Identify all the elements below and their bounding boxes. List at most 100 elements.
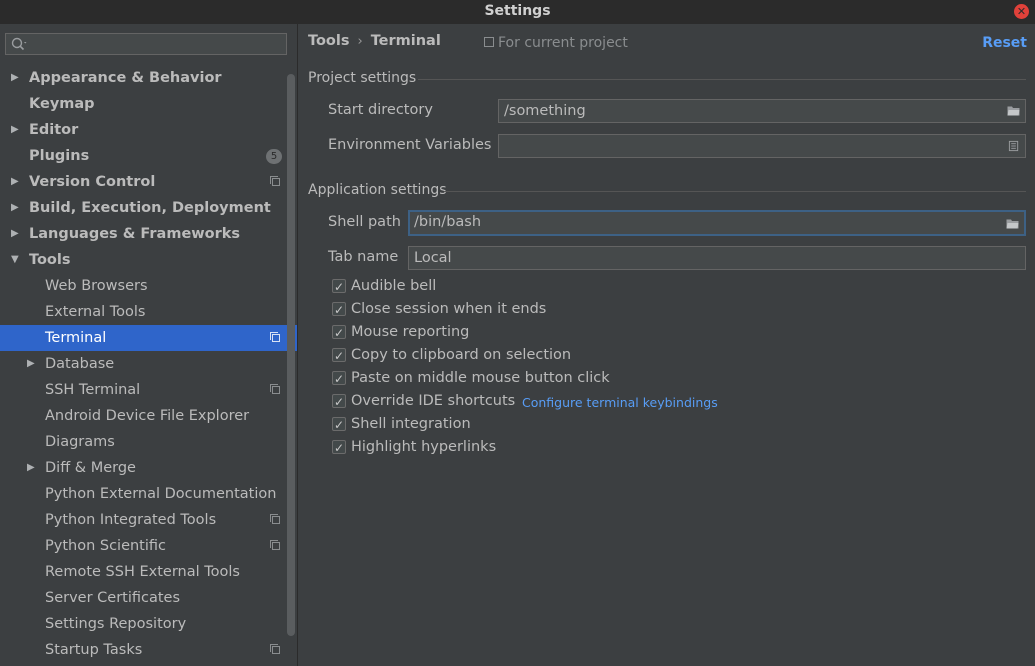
sidebar-item-ssh-terminal[interactable]: SSH Terminal — [0, 377, 297, 403]
title-bar: Settings ✕ — [0, 0, 1035, 24]
sidebar-item-tools[interactable]: ▼ Tools — [0, 247, 297, 273]
checkbox-label: Paste on middle mouse button click — [351, 370, 610, 386]
breadcrumb-terminal: Terminal — [370, 33, 441, 49]
shell-path-label: Shell path — [328, 214, 401, 230]
checkbox-label: Copy to clipboard on selection — [351, 347, 572, 363]
expand-down-icon[interactable]: ▼ — [11, 247, 21, 273]
project-scope-icon — [484, 37, 494, 47]
close-icon[interactable]: ✕ — [1014, 4, 1029, 19]
checkbox-label: Override IDE shortcuts — [351, 393, 516, 409]
sidebar-item-database[interactable]: ▶ Database — [0, 351, 297, 377]
folder-icon[interactable] — [1006, 218, 1019, 229]
sidebar-item-label: Tools — [29, 252, 71, 268]
sidebar-item-label: Build, Execution, Deployment — [29, 200, 271, 216]
sidebar-item-version-control[interactable]: ▶ Version Control — [0, 169, 297, 195]
sidebar-item-python-integrated-tools[interactable]: Python Integrated Tools — [0, 507, 297, 533]
sidebar-item-label: Terminal — [45, 330, 107, 346]
sidebar-item-plugins[interactable]: Plugins 5 — [0, 143, 297, 169]
sidebar-item-python-external-documentation[interactable]: Python External Documentation — [0, 481, 297, 507]
scope-indicator: For current project — [484, 35, 628, 51]
checkbox-label: Shell integration — [351, 416, 471, 432]
sidebar-scrollbar[interactable] — [287, 74, 295, 636]
sidebar-item-android-device-file-explorer[interactable]: Android Device File Explorer — [0, 403, 297, 429]
breadcrumb-tools[interactable]: Tools — [308, 33, 350, 49]
sidebar-item-label: Server Certificates — [45, 590, 181, 606]
sidebar-item-label: Editor — [29, 122, 79, 138]
expand-right-icon[interactable]: ▶ — [27, 455, 37, 481]
sidebar-item-remote-ssh-external-tools[interactable]: Remote SSH External Tools — [0, 559, 297, 585]
project-scope-icon — [270, 540, 280, 550]
sidebar-item-label: Version Control — [29, 174, 156, 190]
checkbox-check-icon[interactable] — [332, 391, 346, 413]
sidebar-item-diff-merge[interactable]: ▶ Diff & Merge — [0, 455, 297, 481]
breadcrumb-separator: › — [357, 34, 363, 49]
sidebar-item-keymap[interactable]: Keymap — [0, 91, 297, 117]
settings-content: Tools › Terminal For current project Reset… — [298, 24, 1035, 666]
start-directory-value: /something — [504, 103, 586, 119]
checkbox-label: Audible bell — [351, 278, 437, 294]
configure-keybindings-link[interactable]: Configure terminal keybindings — [522, 395, 718, 410]
section-divider — [444, 191, 1026, 192]
sidebar-item-label: Remote SSH External Tools — [45, 564, 240, 580]
sidebar-item-diagrams[interactable]: Diagrams — [0, 429, 297, 455]
sidebar-item-python-scientific[interactable]: Python Scientific — [0, 533, 297, 559]
expand-right-icon[interactable]: ▶ — [11, 221, 21, 247]
sidebar-item-languages-frameworks[interactable]: ▶ Languages & Frameworks — [0, 221, 297, 247]
sidebar-item-label: Python Integrated Tools — [45, 512, 217, 528]
sidebar-item-external-tools[interactable]: External Tools — [0, 299, 297, 325]
checkbox-check-icon[interactable] — [332, 299, 346, 321]
checkbox-check-icon[interactable] — [332, 368, 346, 390]
start-directory-label: Start directory — [328, 102, 433, 118]
expand-right-icon[interactable]: ▶ — [11, 169, 21, 195]
sidebar-item-build-execution-deployment[interactable]: ▶ Build, Execution, Deployment — [0, 195, 297, 221]
project-scope-icon — [270, 176, 280, 186]
sidebar-item-web-browsers[interactable]: Web Browsers — [0, 273, 297, 299]
reset-link[interactable]: Reset — [982, 35, 1027, 51]
checkbox-check-icon[interactable] — [332, 322, 346, 344]
checkbox-check-icon[interactable] — [332, 437, 346, 459]
sidebar-item-label: Web Browsers — [45, 278, 148, 294]
env-vars-field[interactable] — [498, 134, 1026, 158]
sidebar-item-label: Database — [45, 356, 115, 372]
tab-name-label: Tab name — [328, 249, 399, 265]
plugins-count-badge: 5 — [266, 149, 282, 164]
project-scope-icon — [270, 384, 280, 394]
project-scope-icon — [270, 514, 280, 524]
scope-label: For current project — [498, 35, 628, 51]
project-scope-icon — [270, 644, 280, 654]
checkbox-check-icon[interactable] — [332, 414, 346, 436]
sidebar-item-label: Languages & Frameworks — [29, 226, 241, 242]
sidebar-item-label: Plugins — [29, 148, 90, 164]
sidebar-item-label: Settings Repository — [45, 616, 187, 632]
sidebar-item-settings-repository[interactable]: Settings Repository — [0, 611, 297, 637]
expand-right-icon[interactable]: ▶ — [11, 65, 21, 91]
project-scope-icon — [270, 332, 280, 342]
document-icon[interactable] — [1008, 139, 1020, 153]
tab-name-field[interactable]: Local — [408, 246, 1026, 270]
expand-right-icon[interactable]: ▶ — [11, 117, 21, 143]
env-vars-label: Environment Variables — [328, 137, 492, 153]
settings-tree: ▶ Appearance & Behavior Keymap ▶ Editor Plugi… — [0, 65, 297, 663]
start-directory-field[interactable]: /something — [498, 99, 1026, 123]
search-input[interactable] — [5, 33, 287, 55]
sidebar-item-appearance-behavior[interactable]: ▶ Appearance & Behavior — [0, 65, 297, 91]
sidebar-item-server-certificates[interactable]: Server Certificates — [0, 585, 297, 611]
sidebar-item-label: Keymap — [29, 96, 95, 112]
sidebar-item-label: Startup Tasks — [45, 642, 143, 658]
sidebar-item-label: Android Device File Explorer — [45, 408, 250, 424]
project-settings-title: Project settings — [308, 70, 417, 86]
checkbox-label: Close session when it ends — [351, 301, 547, 317]
sidebar-item-startup-tasks[interactable]: Startup Tasks — [0, 637, 297, 663]
shell-path-field[interactable]: /bin/bash — [408, 210, 1026, 236]
sidebar-item-label: External Tools — [45, 304, 146, 320]
checkbox-check-icon[interactable] — [332, 276, 346, 298]
checkbox-check-icon[interactable] — [332, 345, 346, 367]
sidebar-item-editor[interactable]: ▶ Editor — [0, 117, 297, 143]
expand-right-icon[interactable]: ▶ — [27, 351, 37, 377]
sidebar-item-label: Python Scientific — [45, 538, 167, 554]
expand-right-icon[interactable]: ▶ — [11, 195, 21, 221]
checkbox-label: Highlight hyperlinks — [351, 439, 497, 455]
folder-icon[interactable] — [1007, 105, 1020, 116]
sidebar-item-terminal[interactable]: Terminal — [0, 325, 297, 351]
section-divider — [418, 79, 1026, 80]
